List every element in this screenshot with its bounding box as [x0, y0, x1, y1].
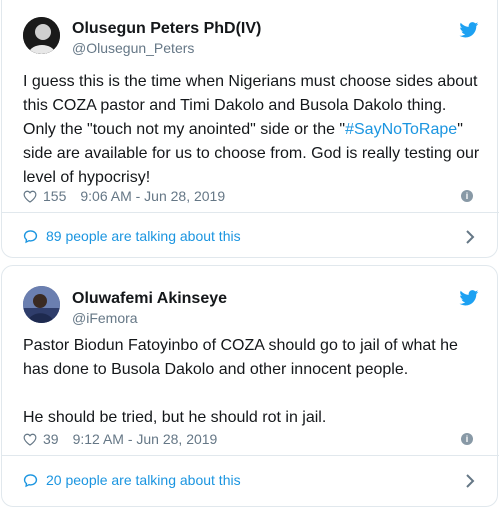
like-count: 155	[43, 188, 67, 204]
tweet-card[interactable]: Olusegun Peters PhD(IV) @Olusegun_Peters…	[1, 0, 499, 258]
twitter-bird-icon[interactable]	[459, 290, 479, 306]
avatar[interactable]	[23, 286, 60, 323]
timestamp[interactable]: 9:06 AM - Jun 28, 2019	[80, 188, 225, 204]
tweet-meta: 155 9:06 AM - Jun 28, 2019	[23, 188, 225, 204]
timestamp[interactable]: 9:12 AM - Jun 28, 2019	[73, 431, 218, 447]
info-icon[interactable]: i	[461, 433, 473, 445]
chevron-right-icon[interactable]	[465, 473, 475, 489]
author-handle[interactable]: @iFemora	[72, 310, 138, 326]
author-name[interactable]: Oluwafemi Akinseye	[72, 290, 227, 308]
hashtag-link[interactable]: #SayNoToRape	[345, 121, 457, 138]
comment-icon	[23, 473, 38, 487]
divider	[2, 455, 499, 456]
talking-text: 20 people are talking about this	[46, 472, 241, 488]
tweet-text: I guess this is the time when Nigerians …	[23, 73, 480, 186]
comment-icon	[23, 229, 38, 243]
heart-icon[interactable]	[23, 433, 37, 446]
author-name[interactable]: Olusegun Peters PhD(IV)	[72, 20, 261, 38]
tweet-meta: 39 9:12 AM - Jun 28, 2019	[23, 431, 217, 447]
divider	[2, 212, 499, 213]
tweet-card[interactable]: Oluwafemi Akinseye @iFemora Pastor Biodu…	[1, 265, 499, 507]
like-count: 39	[43, 431, 59, 447]
talking-link[interactable]: 89 people are talking about this	[23, 228, 241, 244]
twitter-bird-icon[interactable]	[459, 22, 479, 38]
talking-link[interactable]: 20 people are talking about this	[23, 472, 241, 488]
heart-icon[interactable]	[23, 190, 37, 203]
avatar[interactable]	[23, 17, 60, 54]
chevron-right-icon[interactable]	[465, 229, 475, 245]
tweet-text: Pastor Biodun Fatoyinbo of COZA should g…	[23, 337, 458, 426]
talking-text: 89 people are talking about this	[46, 228, 241, 244]
author-handle[interactable]: @Olusegun_Peters	[72, 40, 194, 56]
info-icon[interactable]: i	[461, 190, 473, 202]
